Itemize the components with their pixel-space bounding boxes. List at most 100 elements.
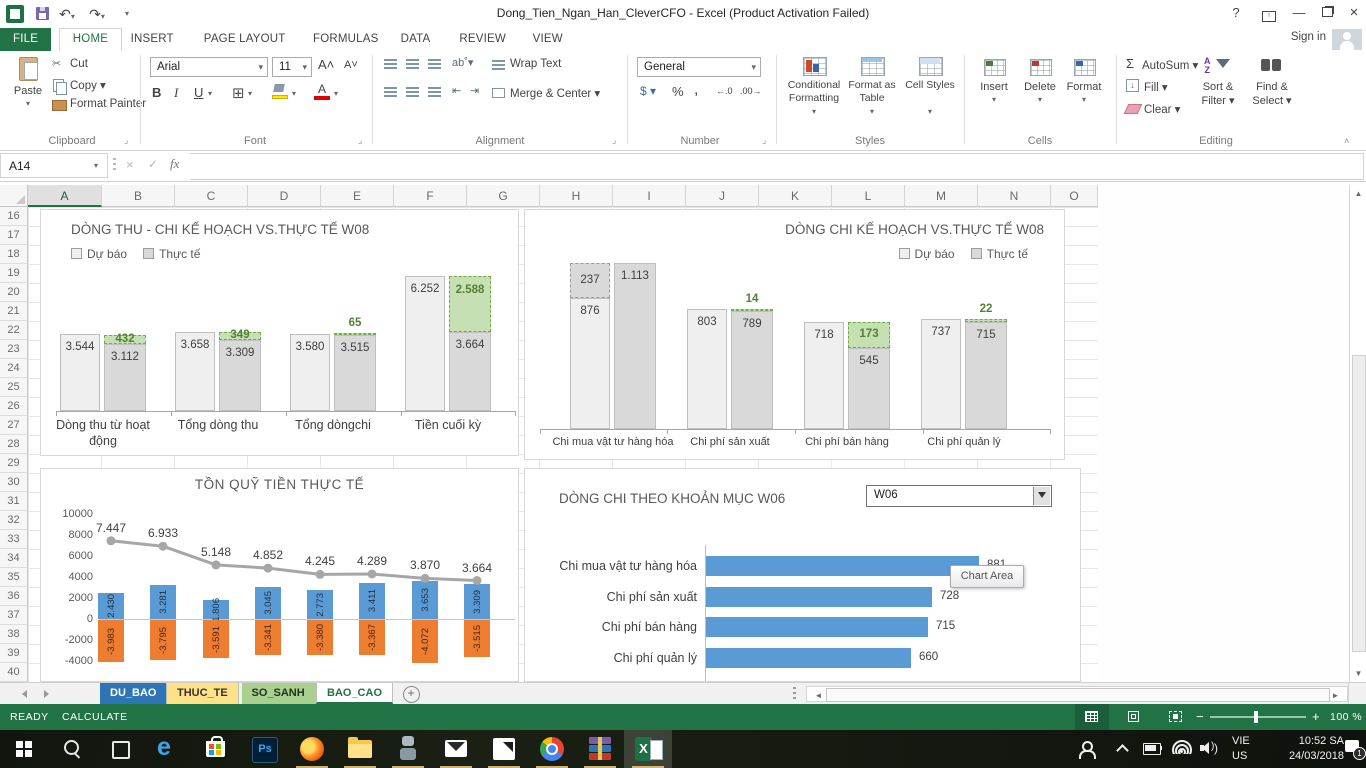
edge-icon[interactable]: e <box>144 730 192 768</box>
column-header-F[interactable]: F <box>394 185 467 207</box>
cancel-entry-icon[interactable]: × <box>126 157 134 172</box>
delta-segment[interactable] <box>334 333 376 335</box>
font-color-dropdown-icon[interactable]: ▾ <box>334 89 338 98</box>
dialog-launcher-icon[interactable]: ⌟ <box>358 135 362 146</box>
sheet-tab-thuc_te[interactable]: THUC_TE <box>167 683 239 704</box>
row-header-34[interactable]: 34 <box>0 549 28 568</box>
clock[interactable]: 10:52 SA24/03/2018 <box>1266 733 1344 765</box>
scroll-right-icon[interactable]: ► <box>1328 691 1343 700</box>
ribbon-tab-page-layout[interactable]: PAGE LAYOUT <box>191 28 299 51</box>
align-icon[interactable] <box>406 87 419 97</box>
row-header-35[interactable]: 35 <box>0 568 28 587</box>
font-size-combo[interactable]: 11▾ <box>272 57 312 77</box>
column-header-A[interactable]: A <box>28 185 102 207</box>
ribbon-tab-formulas[interactable]: FORMULAS <box>300 28 392 51</box>
store-icon[interactable] <box>192 730 240 768</box>
ribbon-tab-view[interactable]: VIEW <box>520 28 576 51</box>
restore-icon[interactable] <box>1314 0 1340 26</box>
sign-in-link[interactable]: Sign in <box>1291 31 1326 43</box>
fx-icon[interactable]: fx <box>170 156 179 172</box>
row-header-38[interactable]: 38 <box>0 625 28 644</box>
chart-revenue-plan-vs-actual[interactable]: DÒNG THU - CHI KẾ HOẠCH VS.THỰC TẾ W08Dự… <box>40 209 519 456</box>
column-header-L[interactable]: L <box>832 185 905 207</box>
row-header-19[interactable]: 19 <box>0 264 28 283</box>
avatar[interactable] <box>1332 29 1362 50</box>
shrink-font-icon[interactable]: A˅ <box>344 59 358 71</box>
row-header-25[interactable]: 25 <box>0 378 28 397</box>
number-format-dropdown-icon[interactable]: ▾ <box>751 58 756 76</box>
row-header-21[interactable]: 21 <box>0 302 28 321</box>
align-icon[interactable] <box>428 59 441 69</box>
column-header-G[interactable]: G <box>467 185 540 207</box>
row-header-17[interactable]: 17 <box>0 226 28 245</box>
dialog-launcher-icon[interactable]: ⌟ <box>612 135 616 146</box>
column-header-N[interactable]: N <box>978 185 1051 207</box>
ribbon-tab-file[interactable]: FILE <box>0 28 51 51</box>
bold-icon[interactable]: B <box>152 85 161 100</box>
font-name-dropdown-icon[interactable]: ▾ <box>258 58 263 76</box>
zoom-level[interactable]: 100 % <box>1330 711 1362 723</box>
decrease-indent-icon[interactable]: ⇤ <box>452 84 461 97</box>
ribbon-tab-data[interactable]: DATA <box>388 28 444 51</box>
align-icon[interactable] <box>406 59 419 69</box>
dialog-launcher-icon[interactable]: ⌟ <box>762 135 766 146</box>
h-bar[interactable] <box>706 556 979 576</box>
font-name-combo[interactable]: Arial▾ <box>150 57 268 77</box>
bar-du-bao[interactable] <box>570 298 610 429</box>
column-header-J[interactable]: J <box>686 185 759 207</box>
wifi-icon[interactable] <box>1172 740 1192 754</box>
row-header-23[interactable]: 23 <box>0 340 28 359</box>
column-header-M[interactable]: M <box>905 185 978 207</box>
file-explorer-icon[interactable] <box>336 730 384 768</box>
align-icon[interactable] <box>384 59 397 69</box>
dialog-launcher-icon[interactable]: ⌟ <box>124 135 128 146</box>
formula-bar-splitter[interactable] <box>113 158 116 173</box>
accounting-format-icon[interactable]: $ ▾ <box>640 84 656 98</box>
row-header-37[interactable]: 37 <box>0 606 28 625</box>
sheet-nav-prev-icon[interactable] <box>22 690 27 698</box>
week-selector-dropdown[interactable]: W06 <box>866 485 1052 507</box>
row-header-33[interactable]: 33 <box>0 530 28 549</box>
paste-dropdown-icon[interactable]: ▾ <box>8 99 48 108</box>
sheet-tab-du_bao[interactable]: DU_BAO <box>100 683 167 704</box>
zoom-slider[interactable] <box>1210 716 1306 718</box>
column-header-D[interactable]: D <box>248 185 321 207</box>
zoom-slider-thumb[interactable] <box>1254 711 1258 723</box>
sheet-tab-so_sanh[interactable]: SO_SANH <box>242 683 316 704</box>
align-icon[interactable] <box>384 87 397 97</box>
column-header-B[interactable]: B <box>102 185 175 207</box>
number-format-combo[interactable]: General▾ <box>637 57 761 77</box>
row-header-39[interactable]: 39 <box>0 644 28 663</box>
row-header-31[interactable]: 31 <box>0 492 28 511</box>
row-header-29[interactable]: 29 <box>0 454 28 473</box>
horizontal-scroll-thumb[interactable] <box>826 688 1330 702</box>
task-view-button[interactable] <box>96 730 144 768</box>
insert-button[interactable]: Insert▾ <box>972 53 1016 129</box>
paste-button[interactable]: Paste▾ <box>8 53 48 129</box>
vertical-scrollbar[interactable]: ▲ ▼ <box>1349 185 1366 682</box>
page-break-view-button[interactable] <box>1159 704 1193 730</box>
grow-font-icon[interactable]: A˄ <box>318 57 334 72</box>
excel-taskbar-icon[interactable]: X <box>624 730 672 768</box>
row-header-28[interactable]: 28 <box>0 435 28 454</box>
borders-icon[interactable]: ⊞ <box>232 84 245 102</box>
chart-spending-by-category[interactable]: DÒNG CHI THEO KHOẢN MỤC W06W06Chi mua vậ… <box>524 468 1081 682</box>
robot-app-icon[interactable] <box>384 730 432 768</box>
name-box-dropdown-icon[interactable]: ▾ <box>94 161 98 170</box>
font-size-dropdown-icon[interactable]: ▾ <box>302 58 307 76</box>
sheet-tab-bao_cao[interactable]: BAO_CAO <box>316 683 393 704</box>
h-bar[interactable] <box>706 617 928 637</box>
scroll-left-icon[interactable]: ◄ <box>811 691 826 700</box>
fill-dropdown-icon[interactable]: ▾ <box>292 89 296 98</box>
chart-cash-balance[interactable]: TỒN QUỸ TIỀN THỰC TẾ10000800060004000200… <box>40 468 519 682</box>
status-calculate[interactable]: CALCULATE <box>62 711 128 723</box>
h-bar[interactable] <box>706 648 911 668</box>
notes-app-icon[interactable] <box>480 730 528 768</box>
name-box[interactable]: A14 <box>0 153 108 178</box>
vertical-scroll-thumb[interactable] <box>1352 355 1366 652</box>
new-sheet-button[interactable]: + <box>403 686 420 703</box>
row-header-40[interactable]: 40 <box>0 663 28 682</box>
row-header-22[interactable]: 22 <box>0 321 28 340</box>
minimize-icon[interactable]: — <box>1286 0 1312 26</box>
find-select-button[interactable]: Find & Select ▾ <box>1246 53 1298 129</box>
